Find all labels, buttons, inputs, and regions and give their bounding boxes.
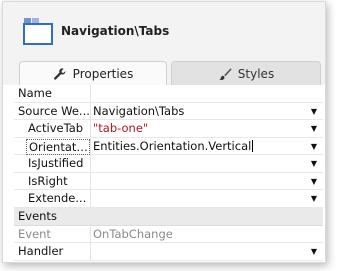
tabs-widget-icon bbox=[23, 18, 53, 45]
events-section-header[interactable]: Events bbox=[14, 207, 323, 226]
property-value-text: Entities.Orientation.Vertical bbox=[93, 138, 252, 153]
property-name: IsRight bbox=[28, 173, 68, 188]
property-row-extended[interactable]: Extende... ▼ bbox=[14, 190, 323, 208]
dropdown-arrow-icon[interactable]: ▼ bbox=[311, 120, 317, 137]
wrench-icon bbox=[53, 67, 67, 81]
property-row-is-justified[interactable]: IsJustified ▼ bbox=[14, 155, 323, 173]
dropdown-arrow-icon[interactable]: ▼ bbox=[311, 173, 317, 190]
column-divider bbox=[90, 85, 91, 102]
property-row-source-web-block[interactable]: Source We... Navigation\Tabs ▼ bbox=[14, 102, 323, 120]
property-name: Name bbox=[18, 86, 52, 100]
dropdown-arrow-icon[interactable]: ▼ bbox=[311, 190, 317, 207]
property-value: OnTabChange bbox=[93, 226, 173, 241]
column-divider bbox=[90, 243, 91, 260]
property-name: Event bbox=[18, 226, 51, 241]
tab-properties-label: Properties bbox=[72, 66, 134, 81]
tab-bar: Properties Styles bbox=[3, 58, 325, 85]
event-row: Event OnTabChange bbox=[14, 225, 323, 243]
column-divider bbox=[90, 137, 91, 154]
widget-title: Navigation\Tabs bbox=[61, 24, 170, 38]
property-value-input[interactable]: Entities.Orientation.Vertical bbox=[93, 138, 303, 155]
property-value[interactable]: Navigation\Tabs bbox=[93, 103, 303, 120]
panel-header: Navigation\Tabs bbox=[3, 2, 325, 58]
property-row-is-right[interactable]: IsRight ▼ bbox=[14, 172, 323, 190]
property-name: Orientati... bbox=[26, 138, 90, 155]
tab-styles-label: Styles bbox=[237, 66, 275, 81]
property-name: ActiveTab bbox=[28, 121, 84, 135]
column-divider bbox=[90, 190, 91, 207]
property-name: Extende... bbox=[28, 191, 87, 205]
property-name: IsJustified bbox=[28, 156, 84, 170]
tab-styles[interactable]: Styles bbox=[171, 61, 321, 85]
column-divider bbox=[90, 102, 91, 119]
column-divider bbox=[90, 225, 91, 242]
property-name: Source We... bbox=[18, 103, 90, 118]
dropdown-arrow-icon[interactable]: ▼ bbox=[311, 155, 317, 172]
properties-panel: Navigation\Tabs Properties Styles Name S… bbox=[2, 1, 326, 263]
column-divider bbox=[90, 172, 91, 189]
column-divider bbox=[90, 120, 91, 137]
property-row-active-tab[interactable]: ActiveTab "tab-one" ▼ bbox=[14, 120, 323, 138]
property-value[interactable]: "tab-one" bbox=[93, 120, 303, 137]
handler-row[interactable]: Handler ▼ bbox=[14, 243, 323, 261]
tab-properties[interactable]: Properties bbox=[19, 61, 167, 85]
property-row-name[interactable]: Name bbox=[14, 85, 323, 103]
column-divider bbox=[90, 155, 91, 172]
property-grid: Name Source We... Navigation\Tabs ▼ Acti… bbox=[14, 85, 323, 261]
dropdown-arrow-icon[interactable]: ▼ bbox=[311, 103, 317, 120]
property-row-orientation[interactable]: Orientati... Entities.Orientation.Vertic… bbox=[14, 137, 323, 155]
property-name: Handler bbox=[18, 244, 64, 258]
text-caret bbox=[252, 139, 254, 152]
dropdown-arrow-icon[interactable]: ▼ bbox=[311, 243, 317, 260]
section-label: Events bbox=[18, 208, 57, 223]
brush-icon bbox=[218, 67, 232, 81]
dropdown-arrow-icon[interactable]: ▼ bbox=[311, 138, 317, 155]
